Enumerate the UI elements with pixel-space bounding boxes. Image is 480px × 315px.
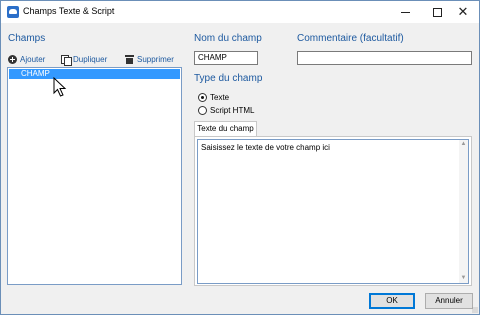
tab-field-text[interactable]: Texte du champ: [194, 121, 257, 137]
name-label: Nom du champ: [194, 33, 262, 44]
radio-script-html[interactable]: Script HTML: [198, 105, 254, 116]
minimize-button[interactable]: [389, 1, 421, 23]
comment-field[interactable]: [297, 51, 472, 65]
window-title: Champs Texte & Script: [23, 6, 115, 16]
fields-heading: Champs: [8, 33, 46, 44]
list-item[interactable]: CHAMP: [9, 69, 180, 79]
field-list[interactable]: CHAMP: [7, 67, 182, 285]
duplicate-field-label: Dupliquer: [73, 54, 108, 64]
mouse-cursor-icon: [53, 77, 67, 97]
duplicate-icon: [61, 54, 72, 66]
field-text-editor[interactable]: Saisissez le texte de votre champ ici ▲ …: [197, 139, 469, 284]
radio-text[interactable]: Texte: [198, 92, 229, 103]
add-field-button[interactable]: Ajouter: [8, 53, 45, 65]
trash-icon: [125, 54, 134, 64]
radio-script-label: Script HTML: [210, 106, 255, 115]
resize-grip-icon[interactable]: [472, 307, 478, 313]
scroll-up-icon[interactable]: ▲: [460, 141, 467, 148]
delete-field-label: Supprimer: [137, 54, 174, 64]
add-field-label: Ajouter: [20, 54, 46, 64]
comment-label: Commentaire (facultatif): [297, 33, 404, 44]
close-icon: ✕: [457, 4, 469, 20]
name-field[interactable]: CHAMP: [194, 51, 258, 65]
tab-panel: Saisissez le texte de votre champ ici ▲ …: [194, 136, 472, 286]
vertical-scrollbar[interactable]: ▲ ▼: [459, 140, 468, 283]
duplicate-field-button[interactable]: Dupliquer: [61, 53, 108, 66]
cancel-button[interactable]: Annuler: [425, 293, 473, 309]
radio-checked-icon: [198, 93, 207, 102]
dialog-window: Champs Texte & Script ✕ Champs Ajouter D…: [0, 0, 480, 315]
radio-text-label: Texte: [210, 93, 230, 102]
delete-field-button[interactable]: Supprimer: [125, 53, 174, 65]
editor-text: Saisissez le texte de votre champ ici: [201, 143, 330, 152]
app-icon: [7, 6, 19, 18]
close-button[interactable]: ✕: [447, 1, 479, 23]
radio-unchecked-icon: [198, 106, 207, 115]
scroll-down-icon[interactable]: ▼: [460, 275, 467, 282]
field-type-label: Type du champ: [194, 73, 263, 84]
add-circle-icon: [8, 54, 17, 64]
minimize-icon: [400, 11, 410, 13]
maximize-icon: [432, 7, 442, 17]
ok-button[interactable]: OK: [369, 293, 415, 309]
title-bar[interactable]: Champs Texte & Script ✕: [1, 1, 479, 23]
